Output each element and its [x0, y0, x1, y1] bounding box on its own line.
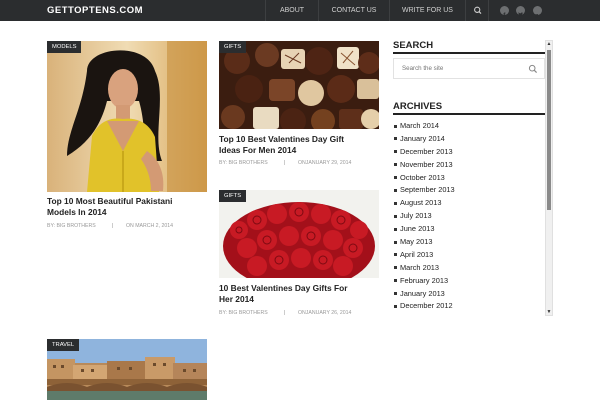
post-title-line: Ideas For Men 2014	[219, 144, 297, 155]
category-badge[interactable]: TRAVEL	[47, 339, 80, 351]
archive-link[interactable]: December 2013	[393, 146, 545, 159]
post-author[interactable]: BY: BIG BROTHERS	[47, 223, 96, 229]
meta-divider	[284, 160, 285, 165]
post-date: ONJANUARY 26, 2014	[298, 310, 352, 316]
archive-link[interactable]: March 2013	[393, 262, 545, 275]
top-navigation-bar: GETTOPTENS.COM ABOUT CONTACT US WRITE FO…	[0, 0, 600, 21]
scroll-down-arrow-icon[interactable]: ▼	[546, 309, 552, 315]
category-badge[interactable]: GIFTS	[219, 190, 247, 202]
meta-divider	[284, 310, 285, 315]
twitter-icon[interactable]	[516, 6, 525, 17]
scrollbar-thumb[interactable]	[547, 50, 551, 210]
meta-divider	[112, 223, 113, 228]
post-date: ON MARCH 2, 2014	[126, 223, 173, 229]
archives-scrollbar[interactable]: ▲ ▼	[545, 40, 553, 316]
post-title[interactable]: 10 Best Valentines Day Gifts For Her 201…	[219, 283, 384, 304]
archive-link[interactable]: September 2013	[393, 184, 545, 197]
post-title-line: Top 10 Best Valentines Day Gift	[219, 134, 345, 144]
archive-link[interactable]: October 2013	[393, 172, 545, 185]
post-thumbnail-chocolates[interactable]: GIFTS	[219, 41, 379, 129]
search-input[interactable]	[394, 59, 522, 78]
archive-link[interactable]: August 2013	[393, 197, 545, 210]
post-title-line: Top 10 Most Beautiful Pakistani	[47, 196, 173, 206]
widget-title-underline	[393, 52, 545, 54]
post-title-line: Her 2014	[219, 293, 254, 304]
post-author[interactable]: BY: BIG BROTHERS	[219, 310, 268, 316]
archive-link[interactable]: December 2012	[393, 300, 545, 313]
archive-link[interactable]: April 2013	[393, 249, 545, 262]
post-thumbnail-red-roses[interactable]: GIFTS	[219, 190, 379, 278]
archive-link[interactable]: March 2014	[393, 120, 545, 133]
search-icon	[474, 6, 482, 15]
archive-link[interactable]: November 2013	[393, 159, 545, 172]
sidebar-search-field[interactable]	[393, 58, 545, 79]
archive-link[interactable]: January 2014	[393, 133, 545, 146]
nav-item-about[interactable]: ABOUT	[265, 0, 318, 21]
svg-text:g: g	[535, 13, 538, 19]
post-author[interactable]: BY: BIG BROTHERS	[219, 160, 268, 166]
post-date: ONJANUARY 29, 2014	[298, 160, 352, 166]
scroll-up-arrow-icon[interactable]: ▲	[546, 41, 552, 47]
category-badge[interactable]: MODELS	[47, 41, 82, 53]
main-menu: ABOUT CONTACT US WRITE FOR US	[265, 0, 465, 21]
post-thumbnail-model-photo[interactable]: MODELS	[47, 41, 207, 192]
archive-link[interactable]: June 2013	[393, 223, 545, 236]
post-title-line: 10 Best Valentines Day Gifts For	[219, 283, 348, 293]
search-widget-title: SEARCH	[393, 40, 434, 51]
search-icon[interactable]	[528, 64, 538, 74]
post-thumbnail-city-bridge[interactable]: TRAVEL	[47, 339, 207, 400]
site-logo[interactable]: GETTOPTENS.COM	[47, 5, 143, 16]
archive-link[interactable]: February 2013	[393, 275, 545, 288]
category-badge[interactable]: GIFTS	[219, 41, 247, 53]
nav-item-write-for-us[interactable]: WRITE FOR US	[389, 0, 465, 21]
nav-item-contact-us[interactable]: CONTACT US	[318, 0, 389, 21]
archive-link[interactable]: May 2013	[393, 236, 545, 249]
nav-search-button[interactable]	[465, 0, 489, 21]
archives-list: March 2014 January 2014 December 2013 No…	[393, 120, 545, 313]
archive-link[interactable]: January 2013	[393, 288, 545, 301]
widget-title-underline	[393, 113, 545, 115]
post-title-line: Models In 2014	[47, 206, 107, 217]
post-title[interactable]: Top 10 Most Beautiful Pakistani Models I…	[47, 196, 212, 217]
archive-link[interactable]: July 2013	[393, 210, 545, 223]
google-plus-icon[interactable]: g	[533, 6, 542, 19]
facebook-icon[interactable]: f	[500, 6, 509, 19]
post-title[interactable]: Top 10 Best Valentines Day Gift Ideas Fo…	[219, 134, 384, 155]
svg-text:f: f	[503, 12, 506, 19]
archives-widget-title: ARCHIVES	[393, 101, 443, 112]
